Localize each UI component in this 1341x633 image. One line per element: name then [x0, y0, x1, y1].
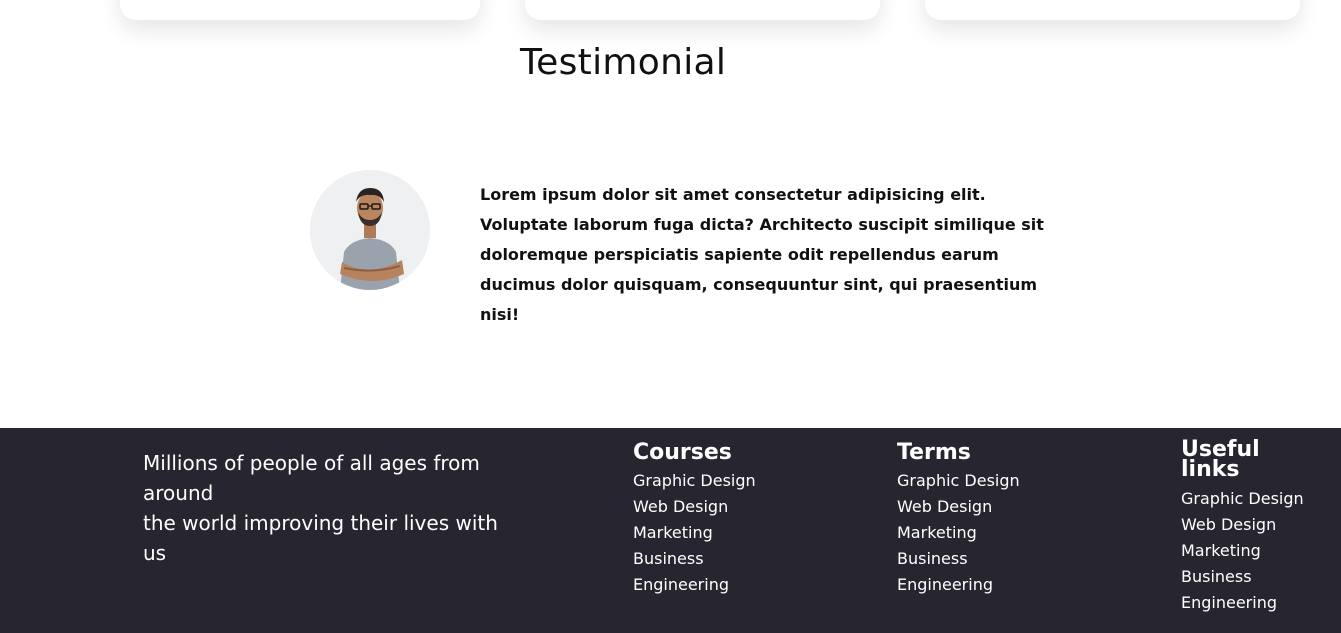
footer-link[interactable]: Business — [633, 546, 756, 572]
footer-link[interactable]: Web Design — [633, 494, 756, 520]
footer-link[interactable]: Marketing — [633, 520, 756, 546]
footer-tagline: Millions of people of all ages from arou… — [143, 448, 523, 568]
footer-link[interactable]: Marketing — [1181, 538, 1304, 564]
footer-column-courses: Courses Graphic Design Web Design Market… — [633, 440, 756, 598]
footer-tagline-line: Millions of people of all ages from arou… — [143, 451, 480, 505]
testimonial-quote: Lorem ipsum dolor sit amet consectetur a… — [480, 185, 1044, 324]
footer-column-title: Terms — [897, 440, 971, 465]
footer-link[interactable]: Business — [897, 546, 1020, 572]
footer-link[interactable]: Business — [1181, 564, 1304, 590]
footer-link[interactable]: Engineering — [633, 572, 756, 598]
footer-link[interactable]: Graphic Design — [633, 468, 756, 494]
footer-link[interactable]: Marketing — [897, 520, 1020, 546]
footer-link[interactable]: Engineering — [897, 572, 1020, 598]
footer-link[interactable]: Web Design — [1181, 512, 1304, 538]
footer-column-useful-links: Useful links Graphic Design Web Design M… — [1181, 437, 1304, 616]
course-card[interactable] — [120, 0, 480, 20]
footer-column-terms: Terms Graphic Design Web Design Marketin… — [897, 440, 1020, 598]
avatar — [310, 170, 430, 290]
person-photo-icon — [310, 170, 430, 290]
footer-link[interactable]: Graphic Design — [897, 468, 1020, 494]
testimonial-title: Testimonial — [520, 42, 727, 83]
footer-tagline-line: the world improving their lives with us — [143, 511, 498, 565]
footer-link[interactable]: Web Design — [897, 494, 1020, 520]
footer-link[interactable]: Engineering — [1181, 590, 1304, 616]
footer-link[interactable]: Graphic Design — [1181, 486, 1304, 512]
course-card[interactable] — [925, 0, 1300, 20]
course-card[interactable] — [525, 0, 880, 20]
footer-column-title: Courses — [633, 440, 732, 465]
footer-column-title: Useful links — [1181, 437, 1260, 482]
footer: Millions of people of all ages from arou… — [0, 428, 1341, 633]
